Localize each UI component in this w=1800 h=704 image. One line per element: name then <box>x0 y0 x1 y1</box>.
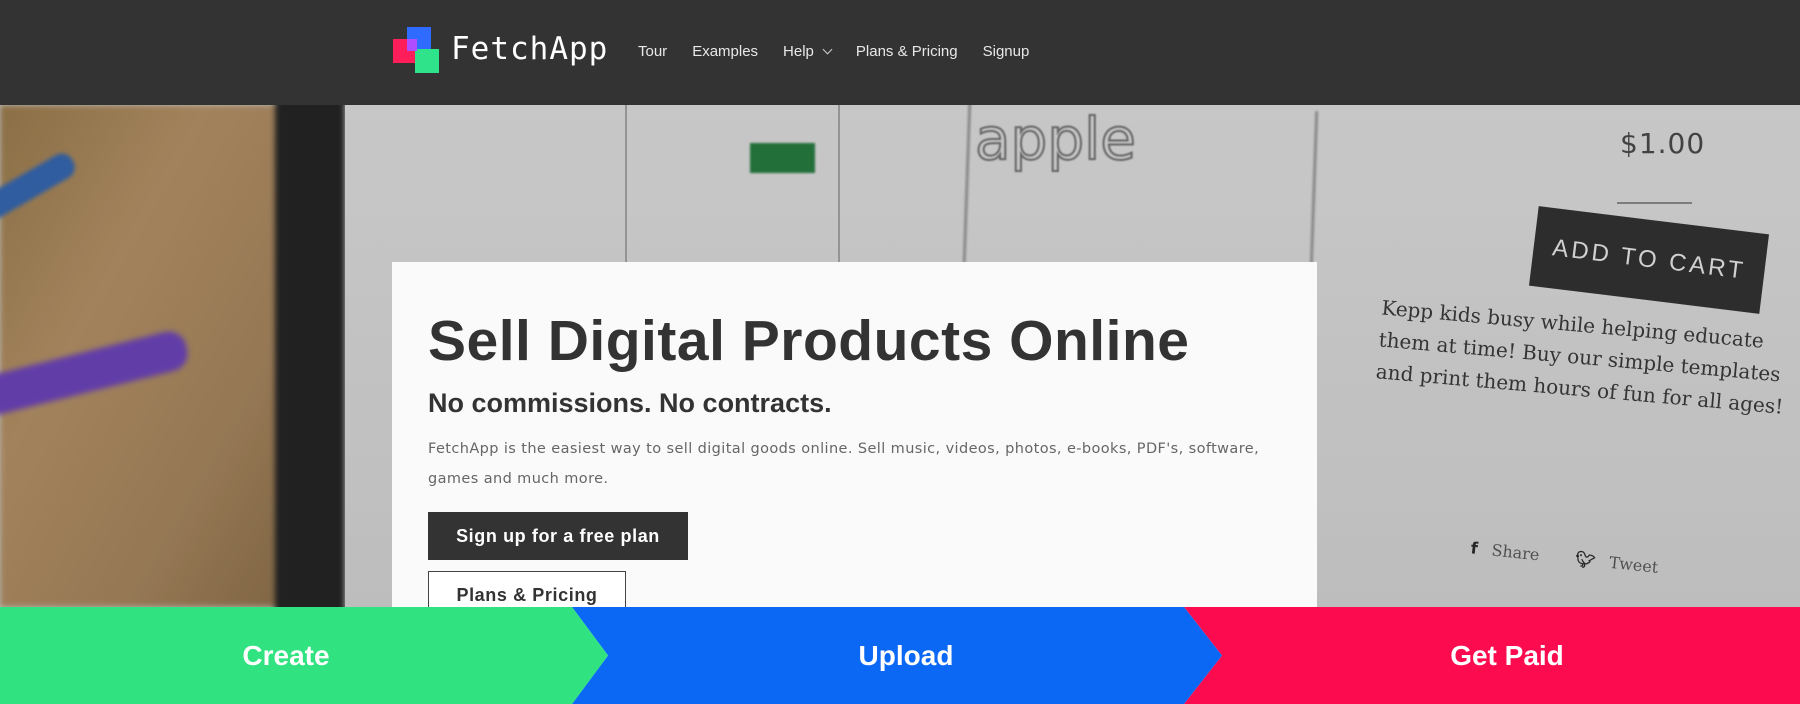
logo-mark-icon <box>393 25 441 73</box>
hero-description: FetchApp is the easiest way to sell digi… <box>428 441 1260 487</box>
process-steps: Create Upload Get Paid <box>0 607 1800 704</box>
hero-title: Sell Digital Products Online <box>428 309 1190 373</box>
fetchapp-logo[interactable]: FetchApp <box>393 24 608 74</box>
top-navbar: FetchApp Tour Examples Help Plans & Pric… <box>0 0 1800 105</box>
chevron-down-icon <box>822 44 833 54</box>
step-create[interactable]: Create <box>0 607 608 704</box>
main-nav: Tour Examples Help Plans & Pricing Signu… <box>638 38 1054 64</box>
nav-link-help[interactable]: Help <box>783 42 833 60</box>
hero-section: apple $1.00 ADD TO CART Kepp kids busy w… <box>0 105 1800 607</box>
step-upload-label: Upload <box>858 639 954 671</box>
signup-free-plan-button[interactable]: Sign up for a free plan <box>428 512 688 560</box>
plans-pricing-button[interactable]: Plans & Pricing <box>428 571 626 607</box>
nav-link-signup[interactable]: Signup <box>983 43 1030 60</box>
nav-link-examples[interactable]: Examples <box>692 43 758 60</box>
hero-subtitle: No commissions. No contracts. <box>428 388 832 418</box>
nav-link-tour[interactable]: Tour <box>638 43 667 60</box>
hero-card: Sell Digital Products Online No commissi… <box>392 262 1317 607</box>
step-get-paid-label: Get Paid <box>1450 639 1564 671</box>
nav-link-help-label: Help <box>783 42 814 60</box>
step-upload[interactable]: Upload <box>572 607 1222 704</box>
nav-link-plans-pricing[interactable]: Plans & Pricing <box>856 43 958 60</box>
step-get-paid[interactable]: Get Paid <box>1184 607 1800 704</box>
logo-wordmark: FetchApp <box>451 31 609 67</box>
step-create-label: Create <box>242 639 330 671</box>
